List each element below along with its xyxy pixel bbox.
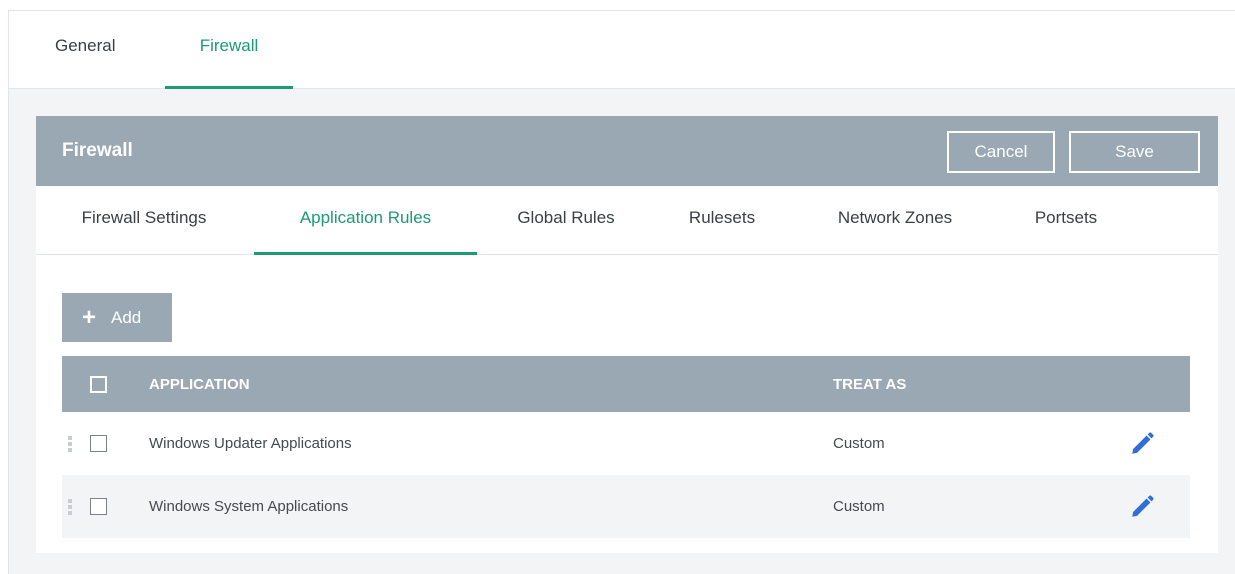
tab-network-zones[interactable]: Network Zones [816, 186, 974, 255]
row-checkbox[interactable] [90, 435, 107, 452]
tab-global-rules[interactable]: Global Rules [502, 186, 630, 255]
tab-firewall-settings[interactable]: Firewall Settings [62, 186, 226, 255]
application-name: Windows Updater Applications [149, 435, 352, 452]
pencil-icon[interactable] [1129, 431, 1155, 457]
plus-icon: + [82, 304, 97, 331]
sub-tab-bar: Firewall Settings Application Rules Glob… [36, 186, 1218, 255]
table-row: Windows System Applications Custom [62, 475, 1190, 538]
column-header-treat-as[interactable]: TREAT AS [833, 356, 906, 414]
treat-as-value: Custom [833, 435, 885, 452]
drag-handle-icon[interactable] [68, 436, 72, 453]
panel-header: Firewall Cancel Save [36, 116, 1218, 186]
application-name: Windows System Applications [149, 498, 349, 515]
save-button[interactable]: Save [1069, 131, 1200, 173]
top-tab-bar: General Firewall [9, 11, 1235, 89]
table-header: APPLICATION TREAT AS [62, 356, 1190, 412]
tab-portsets[interactable]: Portsets [1020, 186, 1112, 255]
pencil-icon[interactable] [1129, 494, 1155, 520]
drag-handle-icon[interactable] [68, 499, 72, 516]
firewall-settings-frame: General Firewall Firewall Cancel Save Fi… [8, 10, 1235, 574]
application-rules-table: APPLICATION TREAT AS Windows Updater App… [62, 356, 1190, 538]
tab-firewall[interactable]: Firewall [165, 11, 293, 89]
add-button[interactable]: + Add [62, 293, 172, 342]
treat-as-value: Custom [833, 498, 885, 515]
panel-title: Firewall [62, 140, 133, 161]
tab-rulesets[interactable]: Rulesets [676, 186, 768, 255]
add-button-label: Add [111, 308, 142, 327]
column-header-application[interactable]: APPLICATION [149, 356, 250, 414]
tab-general[interactable]: General [55, 11, 147, 89]
table-row: Windows Updater Applications Custom [62, 412, 1190, 475]
tab-application-rules[interactable]: Application Rules [254, 186, 477, 255]
row-checkbox[interactable] [90, 498, 107, 515]
cancel-button[interactable]: Cancel [947, 131, 1055, 173]
select-all-checkbox[interactable] [90, 376, 107, 393]
firewall-panel: Firewall Cancel Save Firewall Settings A… [36, 116, 1218, 553]
